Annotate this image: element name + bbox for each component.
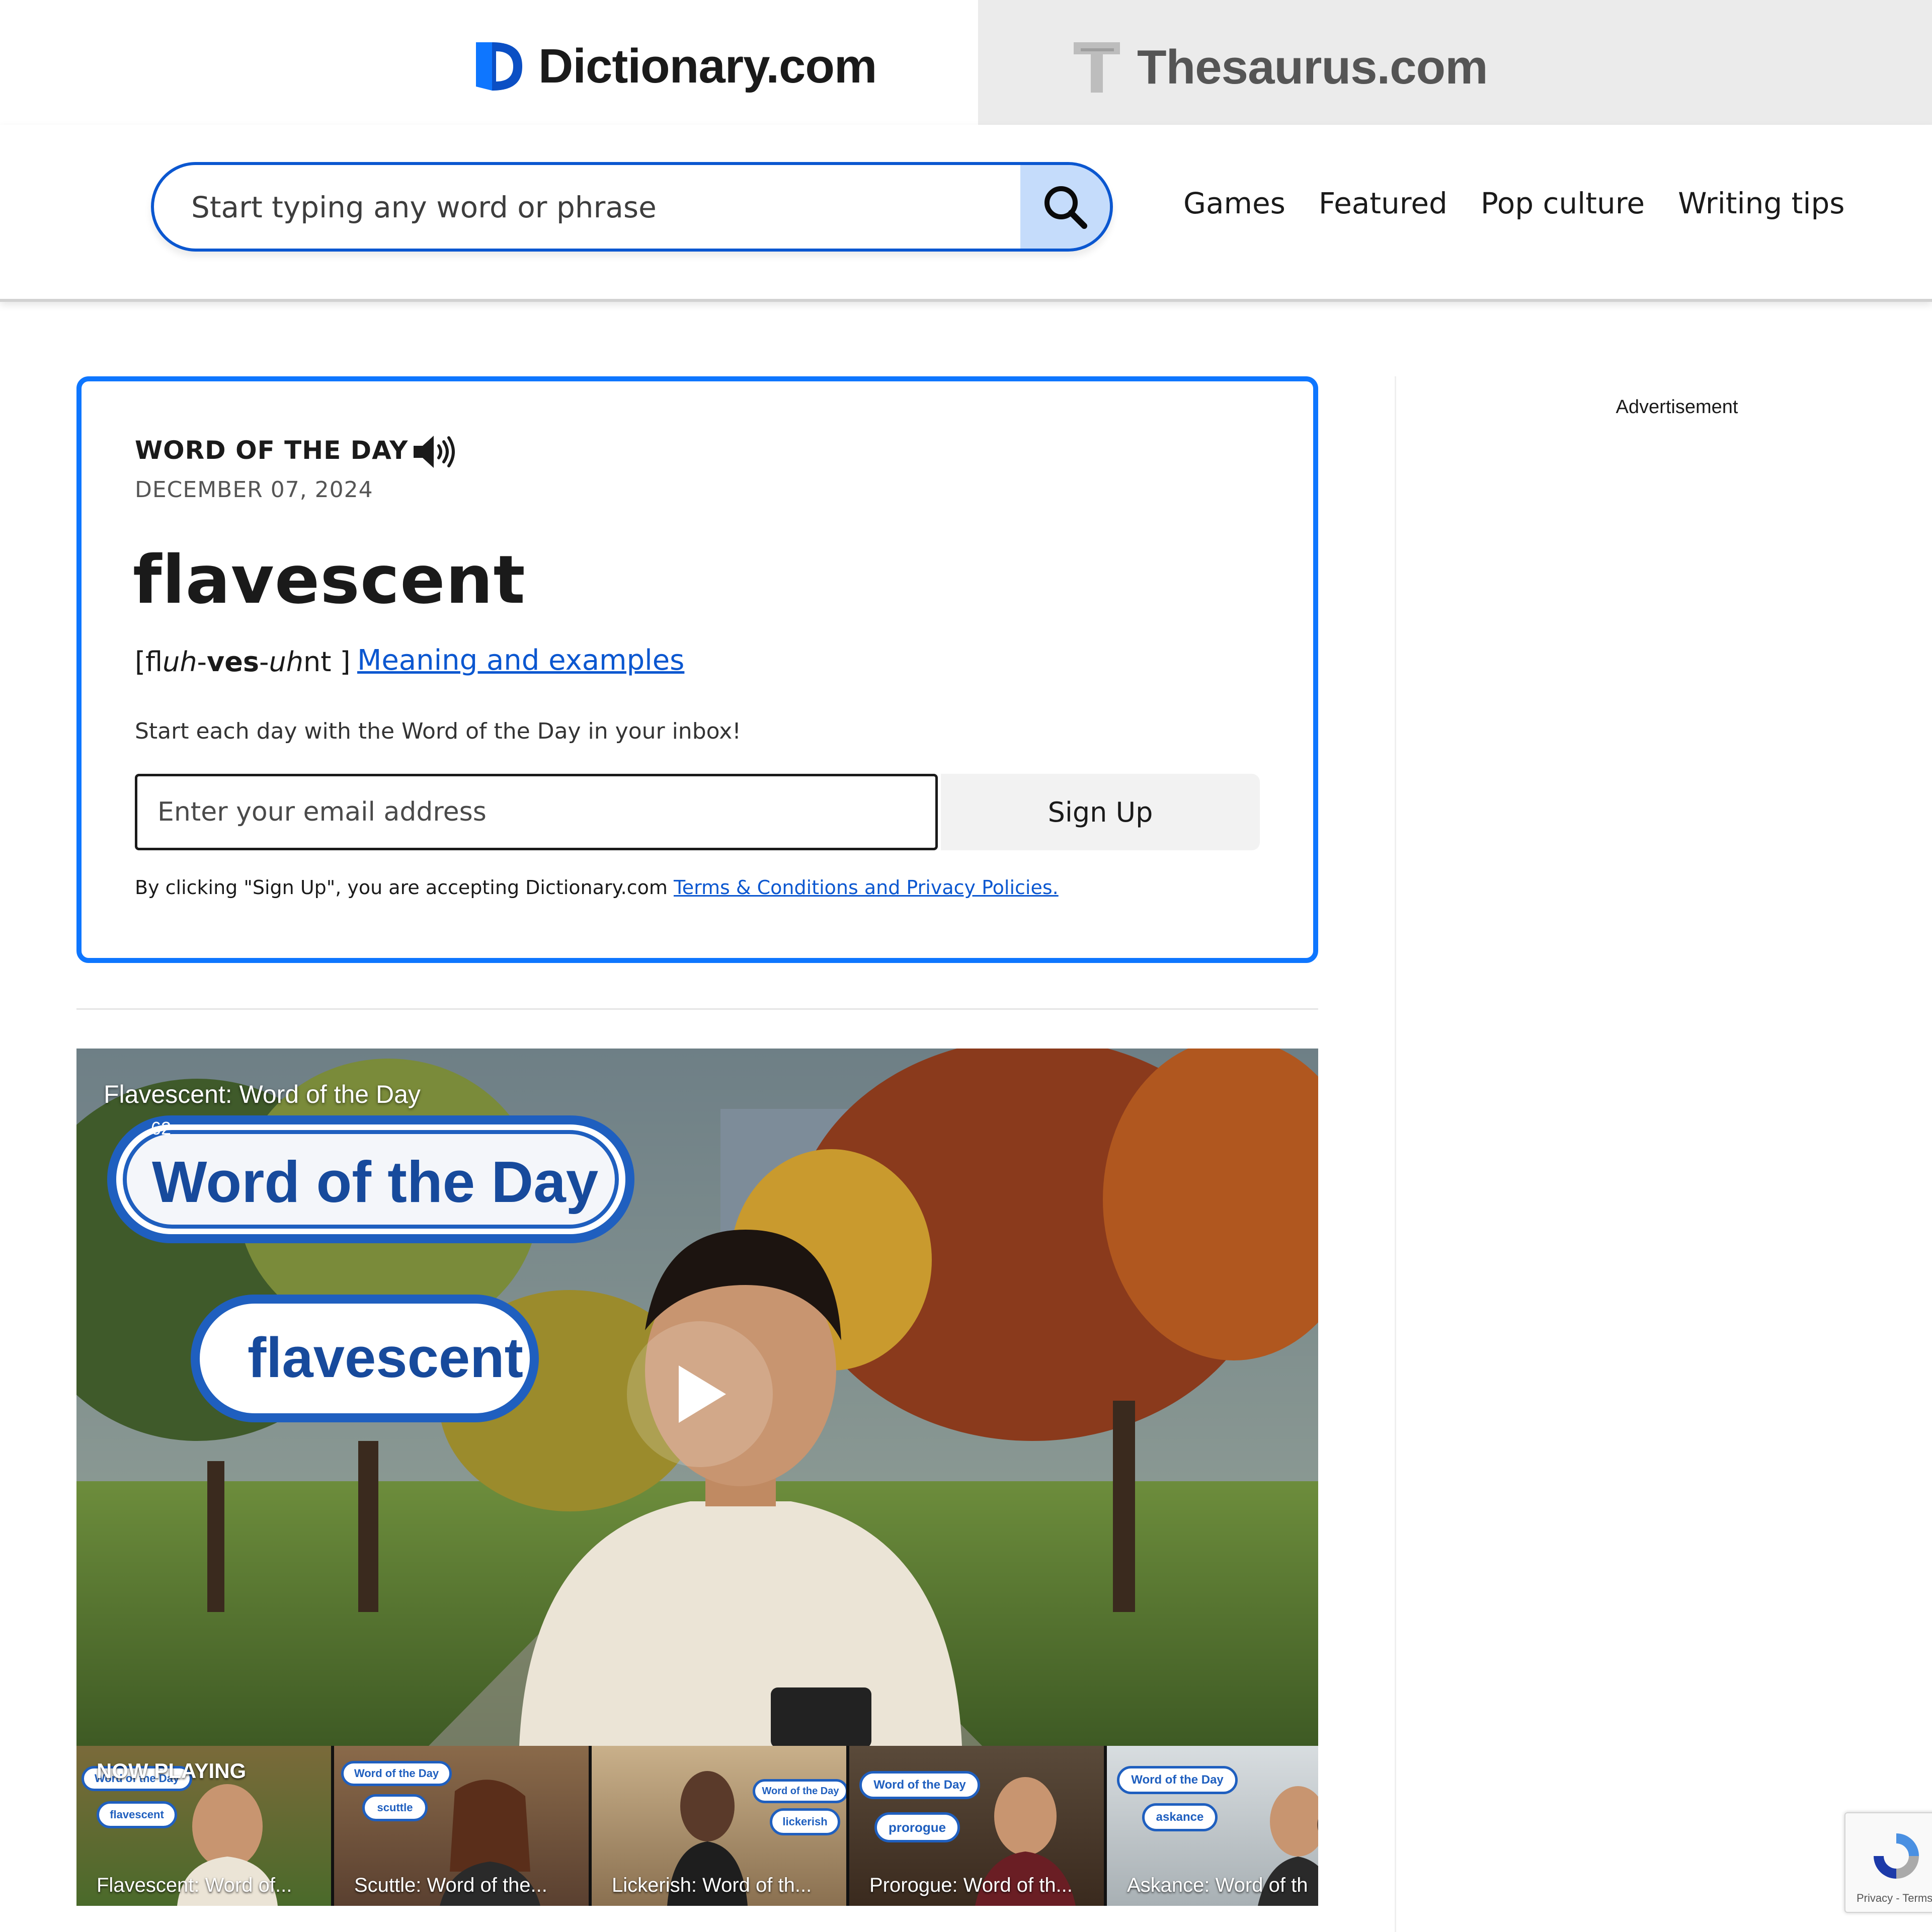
pron-part: -: [197, 646, 207, 678]
playlist-item[interactable]: Word of the Day prorogue Prorogue: Word …: [849, 1746, 1104, 1906]
thumb-title: Lickerish: Word of th...: [612, 1874, 812, 1896]
thumb-word: prorogue: [874, 1812, 960, 1842]
sidebar-divider: [1395, 376, 1396, 1932]
meaning-and-examples-link[interactable]: Meaning and examples: [357, 644, 684, 677]
overlay-word-text: flavescent: [248, 1326, 523, 1389]
wotd-word: flavescent: [133, 541, 526, 619]
play-icon: [679, 1365, 726, 1423]
nav-writing-tips[interactable]: Writing tips: [1678, 186, 1844, 220]
playlist-item[interactable]: Word of the Day askance Askance: Word of…: [1107, 1746, 1318, 1906]
pron-stress: ves: [207, 646, 260, 678]
thumb-title: Prorogue: Word of th...: [869, 1874, 1073, 1896]
search-input[interactable]: [190, 165, 997, 250]
thesaurus-logo-icon: [1074, 42, 1120, 93]
dictionary-logo-icon: [476, 42, 522, 91]
search-icon: [1044, 186, 1087, 229]
thumb-word: scuttle: [362, 1794, 428, 1821]
video-playlist: Word of the Day flavescent NOW PLAYING F…: [76, 1746, 1318, 1906]
thumb-word: lickerish: [770, 1808, 840, 1835]
sign-up-button[interactable]: Sign Up: [941, 774, 1260, 850]
pron-bracket-open: [: [135, 646, 146, 678]
video-count: 62: [151, 1118, 172, 1139]
wotd-heading: WORD OF THE DAY: [135, 436, 409, 465]
playlist-item[interactable]: Word of the Day lickerish Lickerish: Wor…: [592, 1746, 846, 1906]
thumb-badge: Word of the Day: [1117, 1766, 1238, 1794]
main-nav: Games Featured Pop culture Writing tips: [1183, 186, 1845, 220]
playlist-item[interactable]: Word of the Day flavescent NOW PLAYING F…: [76, 1746, 331, 1906]
newsletter-prompt: Start each day with the Word of the Day …: [135, 718, 741, 744]
now-playing-label: NOW PLAYING: [97, 1759, 247, 1783]
nav-featured[interactable]: Featured: [1319, 186, 1447, 220]
speaker-button[interactable]: [412, 432, 458, 474]
nav-pop-culture[interactable]: Pop culture: [1481, 186, 1645, 220]
pron-part: -: [259, 646, 269, 678]
play-button[interactable]: [627, 1321, 773, 1467]
video-title: Flavescent: Word of the Day: [104, 1080, 421, 1108]
thumb-badge: Word of the Day: [753, 1779, 846, 1803]
thumb-title: Flavescent: Word of...: [97, 1874, 292, 1896]
dictionary-logo-link[interactable]: Dictionary.com: [472, 38, 877, 95]
email-field[interactable]: [135, 774, 938, 850]
speaker-icon: [414, 436, 455, 468]
terms-link[interactable]: Terms & Conditions and Privacy Policies.: [674, 876, 1059, 899]
pron-part: fl: [145, 646, 163, 678]
pron-part: uh: [163, 646, 197, 678]
nav-games[interactable]: Games: [1183, 186, 1285, 220]
advertisement-label: Advertisement: [1616, 396, 1738, 418]
thumb-title: Askance: Word of th: [1127, 1874, 1308, 1896]
thumb-title: Scuttle: Word of the...: [354, 1874, 547, 1896]
pron-part: nt: [303, 646, 332, 678]
section-divider: [76, 1008, 1318, 1010]
playlist-item[interactable]: Word of the Day scuttle Scuttle: Word of…: [334, 1746, 589, 1906]
video-player[interactable]: Word of the Day flavescent Flavescent: W…: [76, 1049, 1318, 1746]
search-bar: [151, 162, 1113, 252]
thumb-badge: Word of the Day: [341, 1761, 452, 1786]
thesaurus-logo-link[interactable]: Thesaurus.com: [1071, 39, 1488, 96]
terms-text: By clicking "Sign Up", you are accepting…: [135, 876, 674, 899]
terms-notice: By clicking "Sign Up", you are accepting…: [135, 876, 1059, 899]
pronunciation: [fluh-ves-uhnt ]: [135, 646, 351, 678]
thumb-badge: Word of the Day: [859, 1771, 980, 1799]
recaptcha-links[interactable]: Privacy - Terms: [1857, 1892, 1932, 1905]
pron-bracket-close: ]: [331, 646, 351, 678]
thumb-word: flavescent: [97, 1801, 177, 1828]
recaptcha-badge[interactable]: Privacy - Terms: [1844, 1812, 1932, 1913]
wotd-date: DECEMBER 07, 2024: [135, 477, 373, 503]
search-button[interactable]: [1020, 165, 1110, 249]
pron-part: uh: [269, 646, 303, 678]
recaptcha-icon: [1874, 1833, 1919, 1879]
thumb-word: askance: [1142, 1803, 1218, 1831]
overlay-badge-text: Word of the Day: [152, 1149, 599, 1215]
thesaurus-brand-text: Thesaurus.com: [1137, 40, 1488, 94]
dictionary-brand-text: Dictionary.com: [538, 39, 877, 93]
